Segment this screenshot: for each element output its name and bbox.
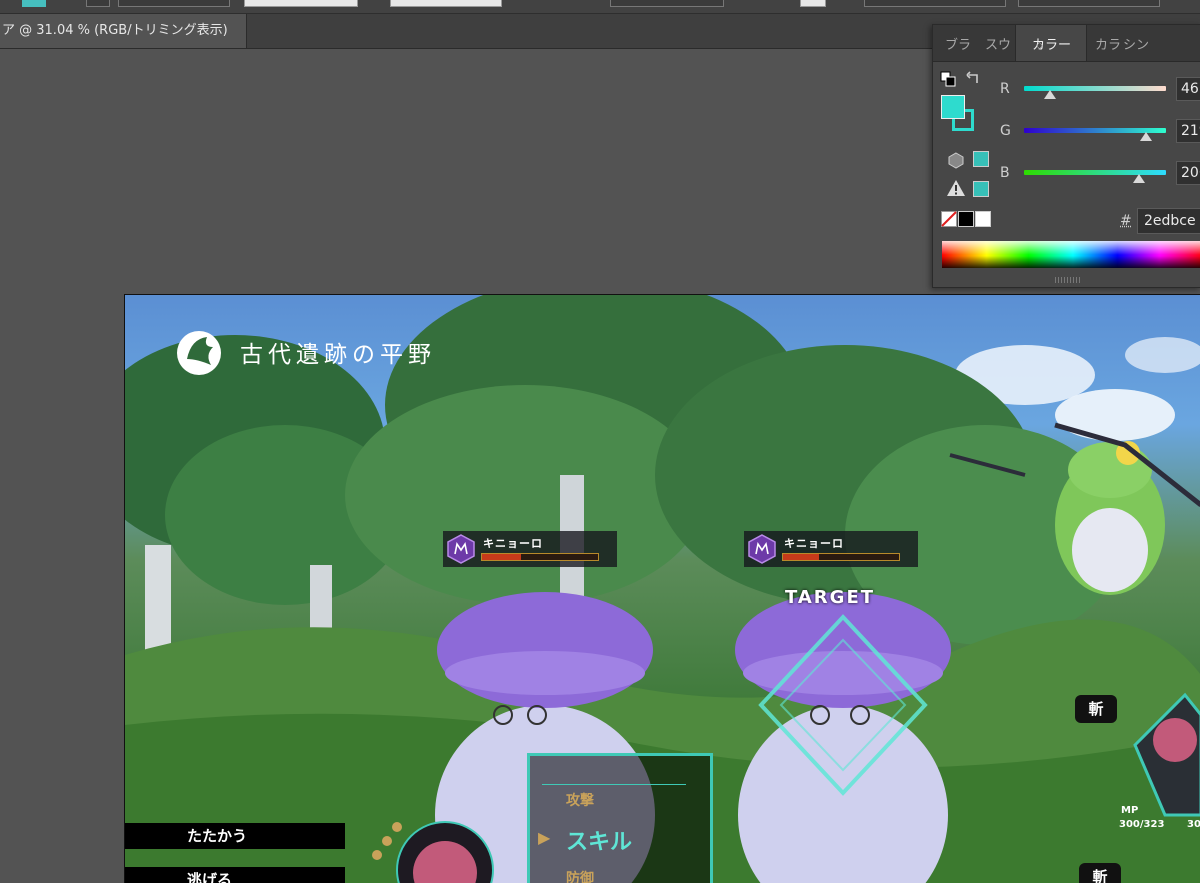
brush-field[interactable] bbox=[390, 0, 502, 7]
variable-width-field[interactable] bbox=[244, 0, 358, 7]
dragon-emblem-icon bbox=[177, 331, 221, 375]
enemy-hp-fill bbox=[482, 554, 522, 560]
default-colors-icon[interactable] bbox=[940, 71, 956, 87]
hex-label: # bbox=[1120, 213, 1132, 229]
doc-setup-button[interactable] bbox=[864, 0, 1006, 7]
document-tab-title: ア @ 31.04 % (RGB/トリミング表示) bbox=[2, 23, 228, 38]
enemy-hp-bar bbox=[782, 553, 900, 561]
panel-tab-bar: ブラ スウ ◇ カラー カラ シン bbox=[933, 25, 1200, 62]
green-channel-label: G bbox=[1000, 123, 1011, 139]
location-title: 古代遺跡の平野 bbox=[240, 342, 436, 368]
enemy-name: キニョーロ bbox=[784, 537, 844, 550]
red-value-input[interactable]: 46 bbox=[1176, 77, 1200, 101]
command-escape[interactable]: 逃げる bbox=[125, 867, 345, 883]
control-bar bbox=[0, 0, 1200, 14]
style-swatch[interactable] bbox=[800, 0, 826, 7]
command-fight[interactable]: たたかう bbox=[125, 823, 345, 849]
enemy-hp-bar bbox=[481, 553, 599, 561]
blue-channel-label: B bbox=[1000, 165, 1010, 181]
enemy-status-1: キニョーロ bbox=[443, 531, 617, 567]
green-value-input[interactable]: 219 bbox=[1176, 119, 1200, 143]
red-channel-label: R bbox=[1000, 81, 1010, 97]
web-color-swatch[interactable] bbox=[973, 151, 989, 167]
slash-attribute-badge: 斬 bbox=[1079, 863, 1121, 883]
blue-slider-thumb[interactable] bbox=[1133, 174, 1146, 183]
menu-item-skill[interactable]: スキル bbox=[566, 824, 632, 856]
enemy-name: キニョーロ bbox=[483, 537, 543, 550]
white-swatch[interactable] bbox=[975, 211, 991, 227]
enemy-class-icon bbox=[447, 534, 475, 564]
tab-symbols[interactable]: シン bbox=[1123, 25, 1149, 61]
color-panel: ブラ スウ ◇ カラー カラ シン R 46 G 219 bbox=[932, 24, 1200, 288]
menu-cursor-icon: ▶ bbox=[538, 828, 551, 847]
tab-swatches[interactable]: スウ bbox=[985, 25, 1011, 61]
menu-item-attack[interactable]: 攻撃 bbox=[566, 790, 594, 810]
out-of-web-color-icon[interactable] bbox=[947, 151, 965, 169]
panel-resize-grip[interactable] bbox=[1055, 277, 1081, 283]
green-slider-thumb[interactable] bbox=[1140, 132, 1153, 141]
preferences-button[interactable] bbox=[1018, 0, 1160, 7]
mp-value-2: 30 bbox=[1187, 819, 1200, 830]
blue-value-input[interactable]: 206 bbox=[1176, 161, 1200, 185]
artboard[interactable]: 古代遺跡の平野 キニョーロ キニョーロ TARGET たたかう 逃げる 攻撃 ▶… bbox=[124, 294, 1200, 883]
red-slider-thumb[interactable] bbox=[1043, 90, 1056, 99]
fill-swatch[interactable] bbox=[941, 95, 965, 119]
document-tab[interactable]: ア @ 31.04 % (RGB/トリミング表示) bbox=[0, 14, 247, 48]
enemy-class-icon bbox=[748, 534, 776, 564]
gamut-color-swatch[interactable] bbox=[973, 181, 989, 197]
none-color-icon[interactable] bbox=[941, 211, 957, 227]
enemy-hp-fill bbox=[783, 554, 819, 560]
slash-attribute-badge: 斬 bbox=[1075, 695, 1117, 723]
opacity-field[interactable] bbox=[610, 0, 724, 7]
tab-color[interactable]: ◇ カラー bbox=[1015, 25, 1087, 61]
tab-color-guide[interactable]: カラ bbox=[1095, 25, 1121, 61]
tab-order-icon: ◇ bbox=[1036, 41, 1043, 51]
black-swatch[interactable] bbox=[958, 211, 974, 227]
color-spectrum-bar[interactable] bbox=[942, 241, 1200, 268]
mp-value: 300/323 bbox=[1119, 819, 1165, 830]
skill-menu: 攻撃 ▶ スキル 防御 bbox=[527, 753, 713, 883]
warning-icon[interactable] bbox=[946, 179, 966, 197]
stroke-control[interactable] bbox=[86, 0, 110, 7]
hex-value-input[interactable]: 2edbce bbox=[1137, 208, 1200, 234]
tab-brushes[interactable]: ブラ bbox=[945, 25, 971, 61]
mp-label: MP bbox=[1121, 805, 1139, 816]
target-label: TARGET bbox=[785, 587, 876, 608]
enemy-status-2: キニョーロ bbox=[744, 531, 918, 567]
stroke-weight-field[interactable] bbox=[118, 0, 230, 7]
fill-color-swatch[interactable] bbox=[22, 0, 46, 7]
menu-divider bbox=[542, 784, 686, 785]
menu-item-defend[interactable]: 防御 bbox=[566, 868, 594, 883]
swap-colors-icon[interactable] bbox=[966, 71, 982, 87]
